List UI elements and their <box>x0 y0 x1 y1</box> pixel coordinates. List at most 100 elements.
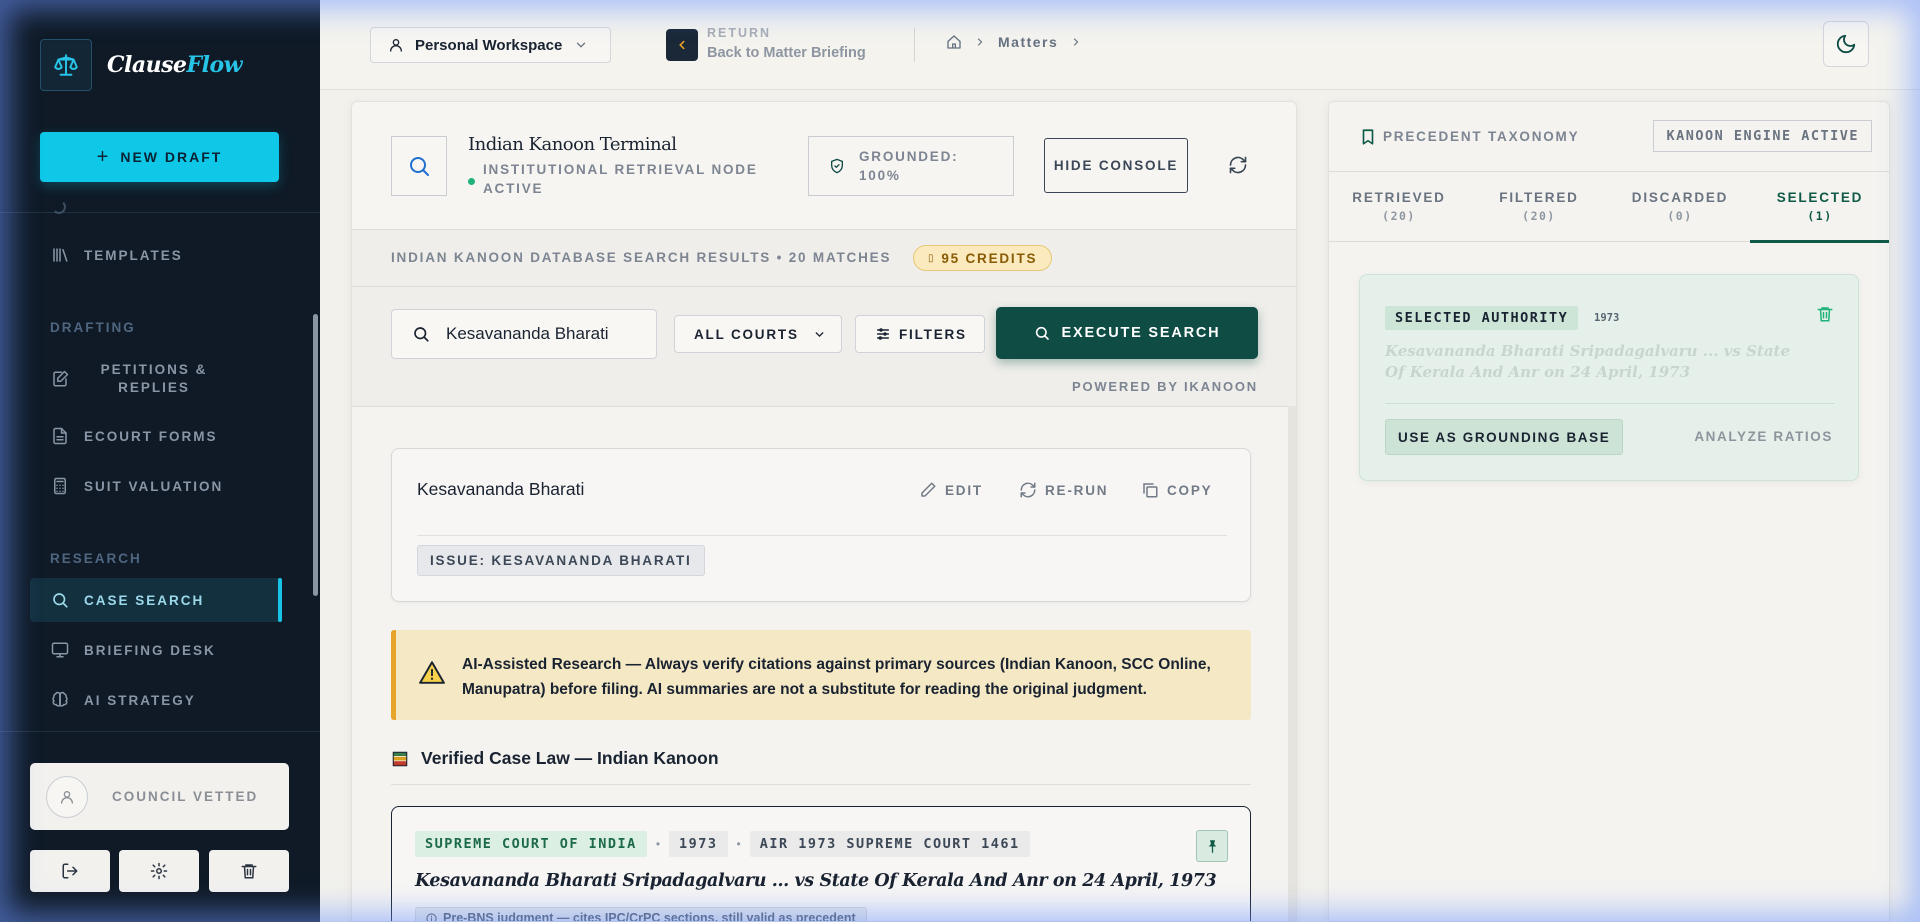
search-controls: Kesavananda Bharati ALL COURTS FILTERS E… <box>352 287 1296 407</box>
user-icon <box>390 39 402 52</box>
filters-button[interactable]: FILTERS <box>855 315 985 353</box>
refresh-icon <box>1020 482 1036 498</box>
rerun-label: RE-RUN <box>1045 482 1109 498</box>
sidebar-item-ai-strategy[interactable]: AI STRATEGY <box>30 678 282 722</box>
council-vetted-label: COUNCIL VETTED <box>112 789 259 804</box>
section-label-drafting: DRAFTING <box>50 320 136 335</box>
top-bar: Personal Workspace RETURN Back to Matter… <box>320 0 1920 90</box>
council-vetted-badge[interactable]: COUNCIL VETTED <box>30 763 289 830</box>
case-result-card[interactable]: SUPREME COURT OF INDIA • 1973 • AIR 1973… <box>391 806 1251 921</box>
workspace-selector[interactable]: Personal Workspace <box>370 27 611 63</box>
divider <box>1385 403 1835 404</box>
tab-filtered[interactable]: FILTERED (20) <box>1469 172 1609 242</box>
selected-authority-card: SELECTED AUTHORITY 1973 Kesavananda Bhar… <box>1359 274 1859 481</box>
remove-selected-button[interactable] <box>1816 305 1834 323</box>
sidebar-item-label: BRIEFING DESK <box>84 642 216 658</box>
chevron-right-icon <box>1074 38 1079 46</box>
execute-search-label: EXECUTE SEARCH <box>1061 325 1221 341</box>
sidebar-item-suit-valuation[interactable]: SUIT VALUATION <box>30 464 282 508</box>
file-text-icon <box>50 427 70 445</box>
monitor-icon <box>50 641 70 659</box>
sidebar-item-briefing-desk[interactable]: BRIEFING DESK <box>30 628 282 672</box>
return-link[interactable]: Back to Matter Briefing <box>707 45 866 61</box>
logout-icon <box>62 863 78 879</box>
search-input-value: Kesavananda Bharati <box>446 324 609 343</box>
return-button[interactable] <box>666 29 698 61</box>
taxonomy-title: PRECEDENT TAXONOMY <box>1383 129 1580 144</box>
case-title[interactable]: Kesavananda Bharati Sripadagalvaru ... v… <box>415 871 1217 891</box>
new-draft-button[interactable]: + NEW DRAFT <box>40 132 279 182</box>
courts-dropdown[interactable]: ALL COURTS <box>674 315 842 353</box>
breadcrumb-matters[interactable]: Matters <box>998 34 1058 50</box>
pin-icon <box>1208 839 1216 853</box>
breadcrumb: Matters <box>946 34 1094 50</box>
copy-icon <box>1143 483 1158 498</box>
results-summary: INDIAN KANOON DATABASE SEARCH RESULTS • … <box>391 250 892 265</box>
search-icon <box>1035 326 1049 340</box>
edit-label: EDIT <box>945 482 983 498</box>
selected-case-title: Kesavananda Bharati Sripadagalvaru ... v… <box>1385 342 1791 381</box>
sidebar-item-label: PETITIONS & REPLIES <box>100 362 208 395</box>
powered-by: POWERED BY IKANOON <box>1071 379 1258 394</box>
shield-check-icon <box>831 158 843 174</box>
tab-discarded[interactable]: DISCARDED (0) <box>1610 172 1750 242</box>
refresh-icon <box>1229 156 1247 174</box>
sidebar-item-ecourt-forms[interactable]: ECOURT FORMS <box>30 414 282 458</box>
tab-retrieved[interactable]: RETRIEVED (20) <box>1329 172 1469 242</box>
brand[interactable]: ClauseFlow <box>40 39 243 91</box>
separator-dot: • <box>655 837 661 851</box>
case-tags: SUPREME COURT OF INDIA • 1973 • AIR 1973… <box>415 831 1030 857</box>
brain-icon <box>50 691 70 709</box>
return-label: RETURN <box>707 26 772 40</box>
hide-console-button[interactable]: HIDE CONSOLE <box>1044 138 1188 193</box>
moon-icon <box>1836 34 1856 54</box>
ai-warning-banner: AI-Assisted Research — Always verify cit… <box>391 630 1251 720</box>
sidebar-item-label: AI STRATEGY <box>84 692 196 708</box>
tab-count: (1) <box>1807 209 1833 223</box>
pin-button[interactable] <box>1196 830 1228 862</box>
separator-dot: • <box>736 837 741 851</box>
divider <box>417 535 1227 536</box>
query-text: Kesavananda Bharati <box>417 479 585 499</box>
tab-count: (0) <box>1667 209 1693 223</box>
terminal-status: INSTITUTIONAL RETRIEVAL NODE ACTIVE <box>468 160 783 198</box>
search-icon <box>50 591 70 609</box>
results-summary-bar: INDIAN KANOON DATABASE SEARCH RESULTS • … <box>352 230 1296 287</box>
sidebar-item-petitions[interactable]: PETITIONS & REPLIES <box>30 356 282 402</box>
partial-icon <box>52 200 66 214</box>
theme-toggle-button[interactable] <box>1823 21 1869 67</box>
refresh-button[interactable] <box>1228 155 1248 175</box>
logout-button[interactable] <box>30 850 110 892</box>
search-input[interactable]: Kesavananda Bharati <box>391 309 657 359</box>
library-icon <box>50 246 70 264</box>
sidebar-item-case-search[interactable]: CASE SEARCH <box>30 578 282 622</box>
tab-label: RETRIEVED <box>1352 190 1446 205</box>
settings-button[interactable] <box>119 850 199 892</box>
chevron-right-icon <box>977 38 983 46</box>
sidebar-item-templates[interactable]: TEMPLATES <box>30 233 282 277</box>
edit-button[interactable]: EDIT <box>919 481 983 499</box>
sidebar-divider <box>0 212 320 213</box>
sidebar-scrollbar[interactable] <box>313 314 318 596</box>
home-icon[interactable] <box>946 34 962 50</box>
query-card: Kesavananda Bharati EDIT RE-RUN COPY ISS… <box>391 448 1251 602</box>
divider <box>391 784 1251 785</box>
copy-button[interactable]: COPY <box>1141 481 1212 499</box>
tab-selected[interactable]: SELECTED (1) <box>1750 172 1889 243</box>
use-as-grounding-button[interactable]: USE AS GROUNDING BASE <box>1385 419 1624 455</box>
terminal-status-text: INSTITUTIONAL RETRIEVAL NODE ACTIVE <box>483 162 758 196</box>
results-scrollbar[interactable] <box>1288 406 1296 921</box>
delete-button[interactable] <box>209 850 289 892</box>
sidebar-item-label: CASE SEARCH <box>84 592 205 608</box>
sliders-icon <box>876 328 890 340</box>
filters-label: FILTERS <box>899 326 967 342</box>
execute-search-button[interactable]: EXECUTE SEARCH <box>996 307 1258 359</box>
new-draft-label: NEW DRAFT <box>120 149 223 165</box>
analyze-ratios-button[interactable]: ANALYZE RATIOS <box>1694 429 1833 444</box>
citation-tag: AIR 1973 SUPREME COURT 1461 <box>749 831 1030 857</box>
rerun-button[interactable]: RE-RUN <box>1019 481 1108 499</box>
tab-count: (20) <box>1522 209 1556 223</box>
chevron-down-icon <box>577 42 586 48</box>
search-icon <box>414 327 429 342</box>
selected-year: 1973 <box>1594 312 1620 324</box>
